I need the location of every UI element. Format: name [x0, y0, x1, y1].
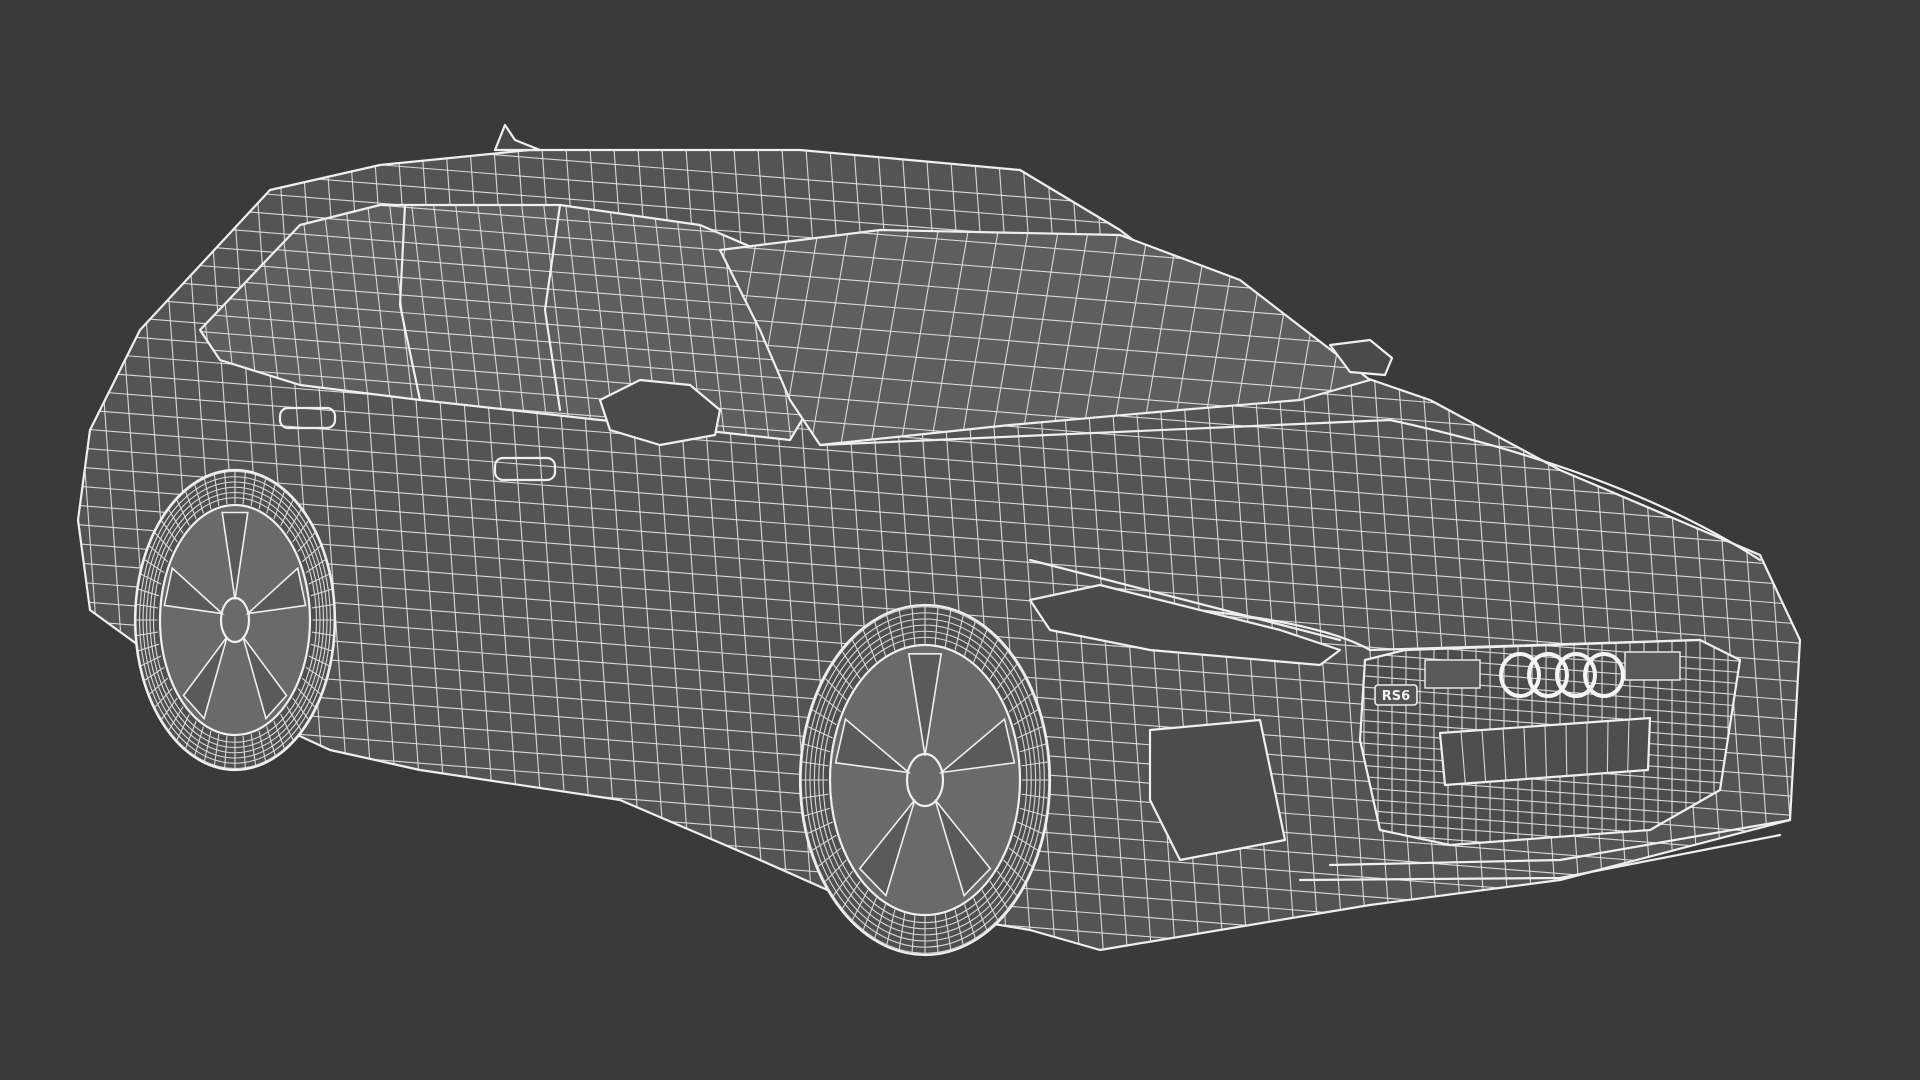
- rs-badge: RS6: [1374, 684, 1418, 706]
- badge-text: RS6: [1382, 689, 1410, 704]
- rear-wheel: [133, 468, 337, 772]
- roof-antenna: [493, 123, 542, 152]
- car-wireframe: RS6: [76, 123, 1802, 957]
- side-air-intake: [1148, 718, 1287, 862]
- front-wheel: [798, 603, 1052, 957]
- render-viewport: RS6: [0, 0, 1920, 1080]
